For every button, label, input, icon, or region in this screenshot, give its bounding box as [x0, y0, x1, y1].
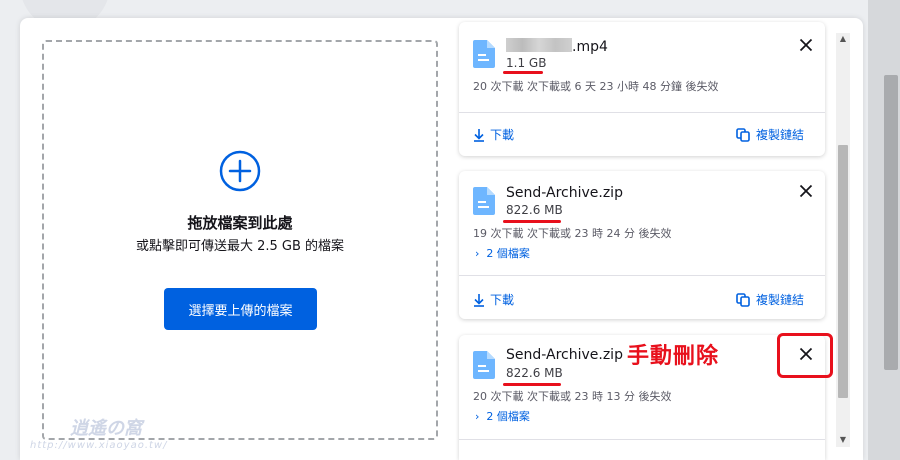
size-highlight-underline	[503, 71, 543, 74]
document-icon	[473, 351, 495, 379]
document-icon	[473, 40, 495, 68]
scroll-up-icon[interactable]: ▲	[837, 34, 849, 44]
file-expiry: 20 次下載 次下載或 23 時 13 分 後失效	[473, 390, 672, 403]
watermark-title: 逍遙の窩	[70, 418, 142, 439]
file-expiry: 20 次下載 次下載或 6 天 23 小時 48 分鐘 後失效	[473, 80, 719, 93]
file-list-scrollbar-thumb[interactable]	[838, 145, 848, 398]
select-files-button[interactable]: 選擇要上傳的檔案	[164, 288, 317, 330]
card-divider	[459, 275, 825, 276]
copy-link-button[interactable]: 複製鏈結	[736, 126, 804, 143]
copy-link-button[interactable]: 複製鏈結	[736, 291, 804, 308]
copy-icon	[736, 127, 750, 142]
card-divider	[459, 439, 825, 440]
file-size: 822.6 MB	[506, 366, 563, 380]
download-link[interactable]: 下載	[473, 291, 514, 308]
file-size: 1.1 GB	[506, 56, 547, 70]
file-expiry: 19 次下載 次下載或 23 時 24 分 後失效	[473, 227, 672, 240]
card-divider	[459, 112, 825, 113]
page-scrollbar-thumb[interactable]	[884, 75, 898, 370]
close-icon[interactable]	[799, 38, 813, 52]
file-card: .mp4 1.1 GB 20 次下載 次下載或 6 天 23 小時 48 分鐘 …	[459, 22, 825, 156]
scroll-down-icon[interactable]: ▼	[837, 435, 849, 445]
blurred-filename	[506, 38, 572, 52]
watermark-url: http://www.xiaoyao.tw/	[30, 440, 168, 451]
size-highlight-underline	[503, 383, 561, 386]
copy-icon	[736, 292, 750, 307]
file-card: Send-Archive.zip 822.6 MB 19 次下載 次下載或 23…	[459, 171, 825, 319]
document-icon	[473, 187, 495, 215]
add-file-icon[interactable]	[219, 150, 261, 192]
close-icon[interactable]	[799, 184, 813, 198]
file-name: .mp4	[506, 38, 608, 55]
dropzone-subtitle: 或點擊即可傳送最大 2.5 GB 的檔案	[135, 239, 345, 254]
file-count-toggle[interactable]: › 2 個檔案	[475, 245, 530, 261]
file-name: Send-Archive.zip	[506, 347, 623, 363]
file-size: 822.6 MB	[506, 203, 563, 217]
download-icon	[474, 293, 484, 307]
manual-delete-annotation: 手動刪除	[627, 344, 720, 369]
file-count-toggle[interactable]: › 2 個檔案	[475, 408, 530, 424]
dropzone-title: 拖放檔案到此處	[187, 214, 293, 232]
download-icon	[474, 128, 484, 142]
size-highlight-underline	[503, 220, 561, 223]
download-link[interactable]: 下載	[473, 126, 514, 143]
file-name: Send-Archive.zip	[506, 185, 623, 201]
delete-highlight-box	[777, 333, 833, 378]
